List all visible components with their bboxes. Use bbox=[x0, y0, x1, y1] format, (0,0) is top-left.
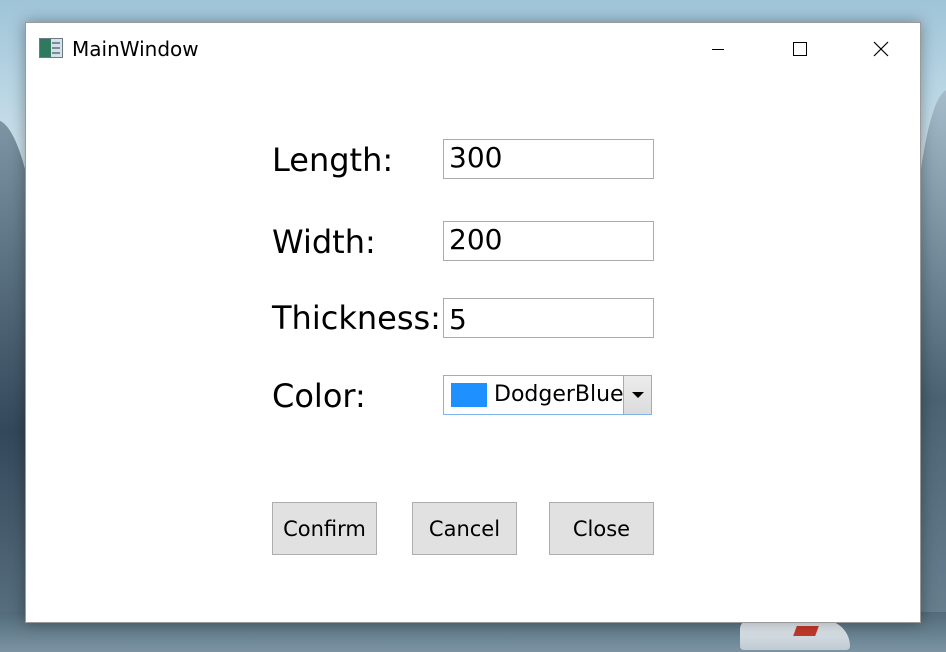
length-label: Length: bbox=[272, 141, 394, 179]
length-value: 300 bbox=[449, 141, 503, 174]
app-window-icon bbox=[39, 38, 63, 58]
close-icon bbox=[873, 41, 889, 57]
dropdown-toggle-button[interactable] bbox=[623, 376, 651, 414]
confirm-button[interactable]: Confirm bbox=[272, 502, 377, 555]
main-window: MainWindow Length: 300 Width: 200 Thickn… bbox=[25, 22, 921, 623]
app-icon-line bbox=[52, 52, 60, 54]
window-title: MainWindow bbox=[72, 37, 199, 61]
color-swatch bbox=[451, 383, 487, 407]
color-label: Color: bbox=[272, 377, 366, 415]
minimize-icon bbox=[712, 49, 724, 50]
color-selected-value: DodgerBlue bbox=[494, 382, 624, 407]
width-input[interactable]: 200 bbox=[443, 221, 654, 261]
close-button[interactable]: Close bbox=[549, 502, 654, 555]
app-icon-line bbox=[52, 47, 60, 49]
cancel-button[interactable]: Cancel bbox=[412, 502, 517, 555]
minimize-button[interactable] bbox=[678, 23, 758, 75]
maximize-button[interactable] bbox=[759, 23, 839, 75]
app-icon-line bbox=[52, 42, 60, 44]
thickness-value: 5 bbox=[449, 303, 467, 336]
width-label: Width: bbox=[272, 223, 376, 261]
close-window-button[interactable] bbox=[840, 23, 920, 75]
thickness-label: Thickness: bbox=[272, 299, 441, 337]
width-value: 200 bbox=[449, 223, 503, 256]
length-input[interactable]: 300 bbox=[443, 139, 654, 179]
thickness-input[interactable]: 5 bbox=[443, 298, 654, 338]
color-dropdown[interactable]: DodgerBlue bbox=[443, 375, 652, 415]
chevron-down-icon bbox=[632, 392, 644, 398]
maximize-icon bbox=[793, 42, 807, 56]
title-bar[interactable]: MainWindow bbox=[26, 23, 920, 75]
background-boat-stripe bbox=[793, 626, 819, 636]
